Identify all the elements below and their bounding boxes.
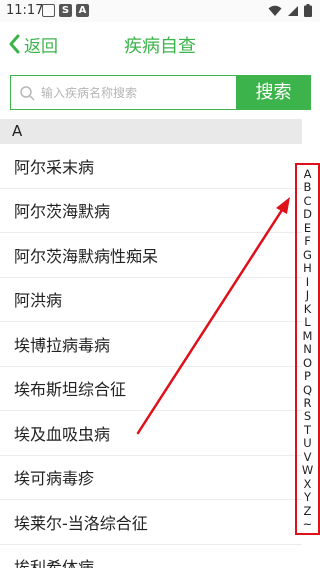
index-letter-l[interactable]: L (304, 316, 310, 329)
index-letter-c[interactable]: C (303, 195, 311, 208)
list-item[interactable]: 埃布斯坦综合征 (0, 367, 302, 411)
signal-icon (288, 5, 298, 16)
system-icons (268, 4, 312, 17)
index-letter-p[interactable]: P (304, 370, 311, 383)
index-letter-g[interactable]: G (303, 249, 312, 262)
list-item[interactable]: 阿洪病 (0, 278, 302, 322)
index-letter-u[interactable]: U (303, 437, 311, 450)
index-letter-b[interactable]: B (304, 181, 312, 194)
index-letter-h[interactable]: H (303, 262, 312, 275)
index-letter-q[interactable]: Q (303, 383, 312, 397)
battery-icon (304, 4, 312, 17)
index-letter-n[interactable]: N (303, 343, 312, 356)
index-letter-j[interactable]: J (306, 289, 309, 302)
section-header: A (0, 119, 302, 144)
search-row: 搜索 (10, 75, 311, 110)
index-letter-k[interactable]: K (304, 303, 312, 316)
app-a-icon: A (76, 4, 89, 17)
list-item[interactable]: 阿尔采末病 (0, 144, 302, 189)
index-letter-w[interactable]: W (302, 464, 313, 477)
list-item[interactable]: 埃及血吸虫病 (0, 411, 302, 456)
index-letter-e[interactable]: E (304, 222, 311, 235)
index-letter-m[interactable]: M (303, 330, 313, 343)
list-item[interactable]: 埃可病毒疹 (0, 456, 302, 500)
list-item[interactable]: 阿尔茨海默病 (0, 189, 302, 233)
index-letter-t[interactable]: T (304, 424, 311, 437)
index-letter-v[interactable]: V (304, 451, 312, 464)
wifi-icon (268, 5, 282, 16)
index-letter-r[interactable]: R (304, 397, 312, 410)
index-letter-tilde[interactable]: ~ (303, 518, 313, 531)
list-item[interactable]: 埃博拉病毒病 (0, 322, 302, 367)
index-letter-z[interactable]: Z (304, 505, 312, 518)
search-box[interactable] (10, 75, 236, 110)
list-item[interactable]: 阿尔茨海默病性痴呆 (0, 233, 302, 278)
index-letter-x[interactable]: X (304, 478, 312, 491)
index-letter-d[interactable]: D (303, 208, 312, 221)
search-icon (20, 85, 35, 100)
alphabet-index-bar[interactable]: A B C D E F G H I J K L M N O P Q R S T … (295, 163, 320, 535)
index-letter-s[interactable]: S (304, 410, 311, 423)
disease-list: 阿尔采末病 阿尔茨海默病 阿尔茨海默病性痴呆 阿洪病 埃博拉病毒病 埃布斯坦综合… (0, 144, 302, 568)
page-title: 疾病自查 (124, 36, 196, 57)
index-letter-y[interactable]: Y (304, 491, 311, 504)
search-input[interactable] (41, 85, 221, 100)
notification-icons: S A (42, 4, 89, 17)
index-letter-o[interactable]: O (303, 357, 312, 370)
list-item[interactable]: 埃莱尔-当洛综合征 (0, 500, 302, 545)
search-button[interactable]: 搜索 (236, 75, 311, 110)
mail-icon (42, 4, 55, 17)
nav-bar: 返回 疾病自查 (0, 22, 320, 66)
status-bar: 11:17 S A (0, 0, 320, 22)
status-time: 11:17 (6, 3, 44, 18)
app-s-icon: S (59, 4, 72, 17)
list-item[interactable]: 埃利希体病 (0, 545, 302, 568)
index-letter-i[interactable]: I (306, 276, 309, 289)
index-letter-f[interactable]: F (304, 235, 311, 248)
index-letter-a[interactable]: A (304, 168, 312, 181)
